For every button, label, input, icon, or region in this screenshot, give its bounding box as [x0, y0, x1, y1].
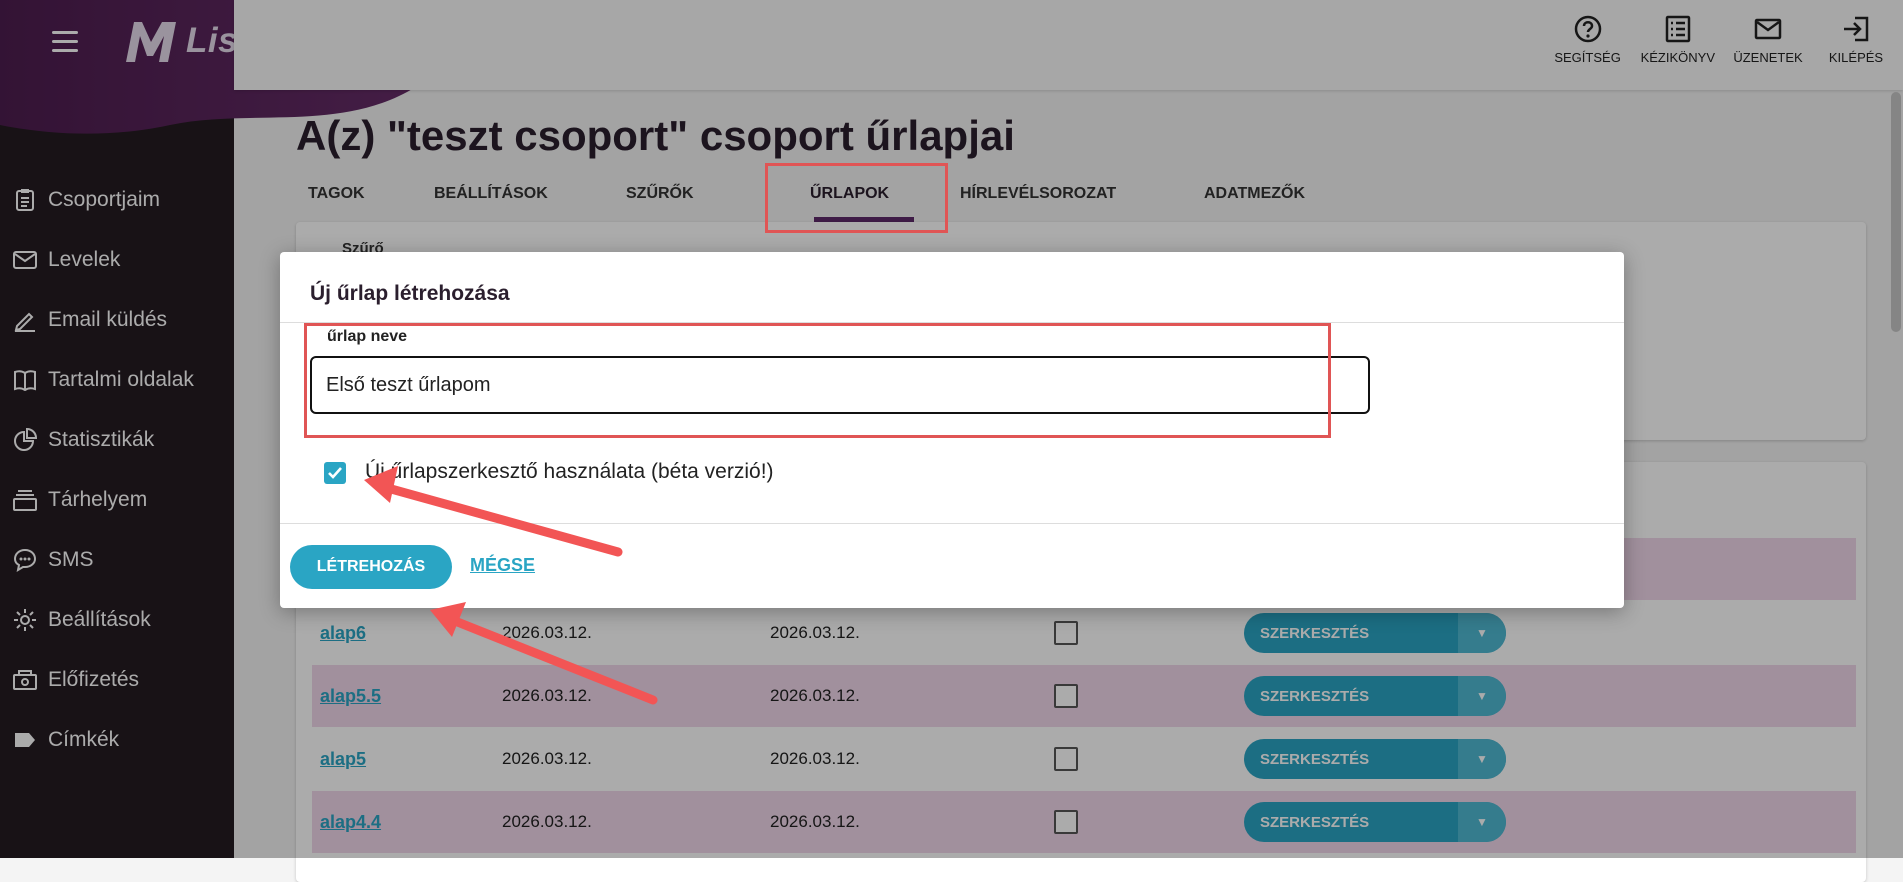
- dialog-title: Új űrlap létrehozása: [310, 282, 510, 305]
- cancel-button[interactable]: MÉGSE: [470, 555, 535, 576]
- highlight-tab-box: [765, 163, 948, 233]
- dialog-footer-divider: [280, 523, 1624, 524]
- create-button[interactable]: LÉTREHOZÁS: [290, 545, 452, 589]
- new-editor-checkbox[interactable]: [324, 462, 346, 484]
- checkmark-icon: [328, 467, 342, 479]
- highlight-field-box: [304, 323, 1331, 438]
- new-editor-checkbox-label[interactable]: Új űrlapszerkesztő használata (béta verz…: [365, 460, 774, 484]
